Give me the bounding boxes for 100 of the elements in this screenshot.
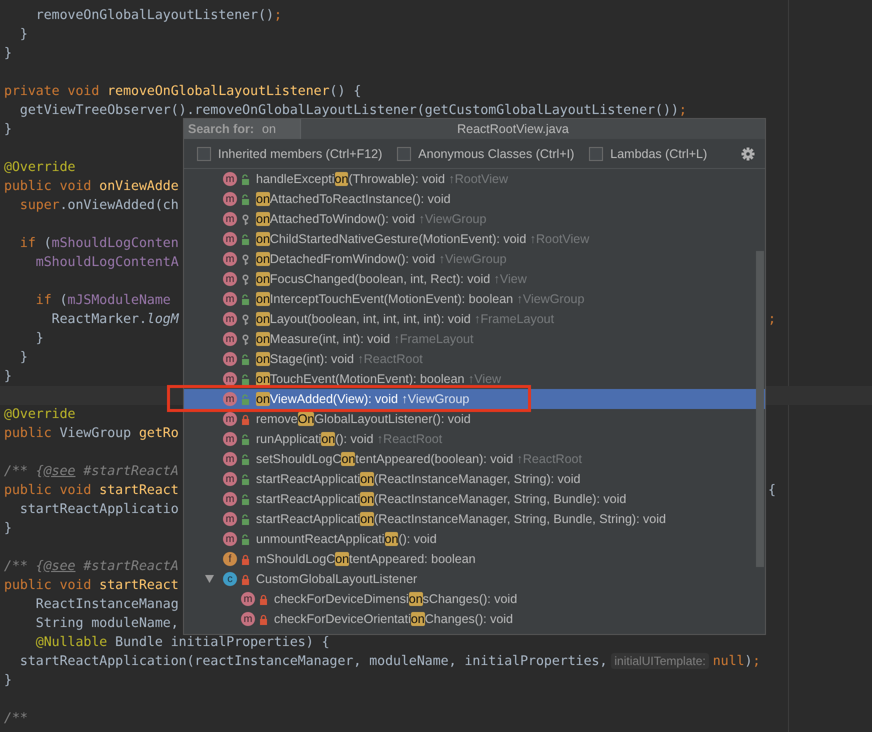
member-item[interactable]: m onViewAdded(View): void ↑ViewGroup [184, 389, 765, 409]
key-icon [241, 274, 250, 284]
member-item[interactable]: m onTouchEvent(MotionEvent): boolean ↑View [184, 369, 765, 389]
open-lock-icon [241, 354, 250, 364]
method-icon: m [223, 252, 237, 266]
code-line: @Nullable Bundle initialProperties) { [34, 635, 330, 650]
code-line: public void startReact [4, 483, 179, 498]
method-icon: m [223, 532, 237, 546]
checkbox-label[interactable]: Anonymous Classes (Ctrl+I) [418, 146, 574, 160]
method-icon: m [223, 452, 237, 466]
checkbox-label[interactable]: Inherited members (Ctrl+F12) [218, 146, 382, 160]
checkbox[interactable] [589, 146, 604, 160]
open-lock-icon [241, 514, 250, 524]
member-item[interactable]: m removeOnGlobalLayoutListener(): void [184, 409, 765, 429]
method-icon: m [223, 432, 237, 446]
code-line: if (mJSModuleName [34, 293, 171, 308]
code-line: } [18, 350, 28, 365]
code-line: super.onViewAdded(ch [18, 198, 179, 213]
key-icon [241, 214, 250, 224]
code-line: startReactApplication(reactInstanceManager, moduleName, initialProperties, [18, 654, 608, 669]
member-item[interactable]: m checkForDeviceDimensionsChanges(): void [184, 589, 765, 609]
member-item[interactable]: m onChildStartedNativeGesture(MotionEvent): void ↑RootView [184, 229, 765, 249]
method-icon: m [223, 292, 237, 306]
code-line: /** {@see #startReactA [4, 464, 179, 479]
member-item[interactable]: f mShouldLogContentAppeared: boolean [184, 549, 765, 569]
code-line: public void startReact [4, 578, 179, 593]
open-lock-icon [241, 434, 250, 444]
member-item[interactable]: m onLayout(boolean, int, int, int, int): void ↑FrameLayout [184, 309, 765, 329]
open-lock-icon [241, 374, 250, 384]
key-icon [241, 334, 250, 344]
class-icon: c [223, 572, 237, 586]
lock-icon [241, 574, 250, 584]
code-line: getViewTreeObserver().removeOnGlobalLayoutListener(getCustomGlobalLayoutListener()); [18, 103, 687, 118]
member-item[interactable]: m startReactApplication(ReactInstanceManager, String): void [184, 469, 765, 489]
field-icon: f [223, 552, 237, 566]
code-line: private void removeOnGlobalLayoutListener() { [4, 84, 362, 99]
member-item[interactable]: m onAttachedToWindow(): void ↑ViewGroup [184, 209, 765, 229]
key-icon [241, 254, 250, 264]
member-item[interactable]: m setShouldLogContentAppeared(boolean): void ↑ReactRoot [184, 449, 765, 469]
member-item[interactable]: m startReactApplication(ReactInstanceManager, String, Bundle): void [184, 489, 765, 509]
code-line: String moduleName, [34, 616, 179, 631]
code-line: null); [712, 654, 760, 669]
expand-triangle-icon[interactable] [204, 575, 214, 583]
member-item[interactable]: m startReactApplication(ReactInstanceManager, String, Bundle, String): void [184, 509, 765, 529]
checkbox-label[interactable]: Lambdas (Ctrl+L) [610, 146, 708, 160]
lock-icon [241, 414, 250, 424]
code-line: @Override [4, 160, 76, 175]
code-line: } [34, 331, 44, 346]
method-icon: m [223, 372, 237, 386]
method-icon: m [223, 332, 237, 346]
code-line: } [4, 521, 12, 536]
checkbox[interactable] [397, 146, 412, 160]
method-icon: m [223, 392, 237, 406]
method-icon: m [223, 512, 237, 526]
open-lock-icon [241, 174, 250, 184]
lock-icon [259, 614, 268, 624]
open-lock-icon [241, 234, 250, 244]
member-item[interactable]: m onMeasure(int, int): void ↑FrameLayout [184, 329, 765, 349]
method-icon: m [223, 472, 237, 486]
settings-icon[interactable] [741, 146, 755, 160]
open-lock-icon [241, 294, 250, 304]
code-line: } [18, 27, 28, 42]
method-icon: m [223, 172, 237, 186]
code-line: } [4, 369, 12, 384]
code-line: public ViewGroup getRo [4, 426, 179, 441]
method-icon: m [223, 492, 237, 506]
code-line: /** {@see #startReactA [4, 559, 179, 574]
code-line: ReactMarker.logM [50, 312, 179, 327]
member-item[interactable]: m onAttachedToReactInstance(): void [184, 189, 765, 209]
member-item[interactable]: m handleException(Throwable): void ↑RootView [184, 169, 765, 189]
lock-icon [241, 554, 250, 564]
member-item[interactable]: m unmountReactApplication(): void [184, 529, 765, 549]
code-line: ; [768, 312, 776, 327]
member-item[interactable]: m onDetachedFromWindow(): void ↑ViewGroup [184, 249, 765, 269]
member-item[interactable]: m checkForDeviceOrientationChanges(): void [184, 609, 765, 629]
code-line: mShouldLogContentA [34, 255, 179, 270]
member-item[interactable]: m onStage(int): void ↑ReactRoot [184, 349, 765, 369]
member-item[interactable]: m onFocusChanged(boolean, int, Rect): void ↑View [184, 269, 765, 289]
member-item[interactable]: c CustomGlobalLayoutListener [184, 569, 765, 589]
open-lock-icon [241, 454, 250, 464]
code-line: public void onViewAdde [4, 179, 179, 194]
member-item[interactable]: m onInterceptTouchEvent(MotionEvent): boolean ↑ViewGroup [184, 289, 765, 309]
open-lock-icon [241, 474, 250, 484]
method-icon: m [223, 352, 237, 366]
code-line: } [4, 673, 12, 688]
key-icon [241, 314, 250, 324]
open-lock-icon [241, 534, 250, 544]
method-icon: m [241, 612, 255, 626]
scrollbar[interactable] [756, 251, 764, 567]
method-icon: m [223, 232, 237, 246]
method-icon: m [241, 592, 255, 606]
code-line: startReactApplicatio [18, 502, 179, 517]
code-line: /** [4, 711, 28, 726]
member-item[interactable]: m runApplication(): void ↑ReactRoot [184, 429, 765, 449]
code-line: @Override [4, 407, 76, 422]
checkbox[interactable] [197, 146, 211, 160]
code-line: } [4, 46, 12, 61]
parameter-hint: initialUITemplate: [611, 653, 709, 669]
code-line: if (mShouldLogConten [18, 236, 179, 251]
method-icon: m [223, 272, 237, 286]
